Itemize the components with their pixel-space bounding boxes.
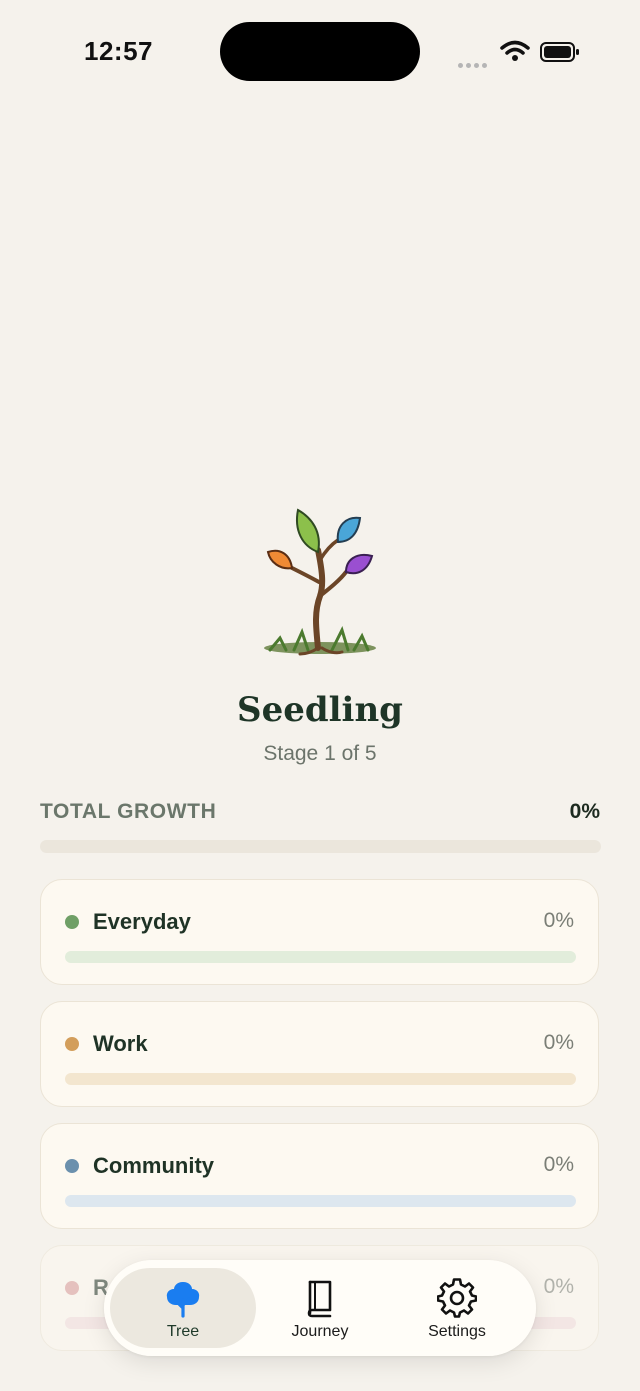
category-name: Everyday <box>93 909 191 934</box>
category-percent: 0% <box>543 1153 574 1176</box>
category-percent: 0% <box>543 909 574 932</box>
total-growth-progress-bar <box>40 840 601 853</box>
gear-icon <box>437 1278 477 1318</box>
category-color-dot <box>65 915 79 929</box>
category-percent: 0% <box>543 1031 574 1054</box>
signal-dots-icon <box>458 55 490 73</box>
tab-tree[interactable]: Tree <box>110 1268 256 1348</box>
tab-label: Settings <box>428 1323 486 1340</box>
category-progress-bar <box>65 951 576 963</box>
tab-journey[interactable]: Journey <box>247 1268 393 1348</box>
book-icon <box>307 1280 332 1318</box>
category-progress-bar <box>65 1073 576 1085</box>
category-progress-bar <box>65 1195 576 1207</box>
seedling-tree-illustration <box>264 508 376 656</box>
dynamic-island <box>220 22 420 81</box>
total-growth-percent: 0% <box>569 800 600 823</box>
status-icons <box>458 40 588 68</box>
tab-label: Tree <box>166 1323 200 1340</box>
category-percent: 0% <box>543 1275 574 1298</box>
category-card-work[interactable]: Work 0% <box>40 1001 599 1107</box>
category-color-dot <box>65 1159 79 1173</box>
category-card-community[interactable]: Community 0% <box>40 1123 599 1229</box>
tab-settings[interactable]: Settings <box>384 1268 530 1348</box>
total-growth-label: TOTAL GROWTH <box>40 800 217 823</box>
battery-icon <box>540 42 579 62</box>
tab-label: Journey <box>291 1323 349 1340</box>
status-time: 12:57 <box>84 36 153 66</box>
category-card-everyday[interactable]: Everyday 0% <box>40 879 599 985</box>
stage-subtitle: Stage 1 of 5 <box>263 742 377 765</box>
status-bar: 12:57 <box>0 0 640 100</box>
category-color-dot <box>65 1281 79 1295</box>
category-name: Work <box>93 1031 148 1056</box>
tree-icon <box>166 1282 200 1318</box>
tab-bar: Tree Journey Settings <box>104 1260 536 1356</box>
category-color-dot <box>65 1037 79 1051</box>
wifi-icon <box>500 40 530 61</box>
category-name: Community <box>93 1153 214 1178</box>
stage-title: Seedling <box>237 690 403 730</box>
